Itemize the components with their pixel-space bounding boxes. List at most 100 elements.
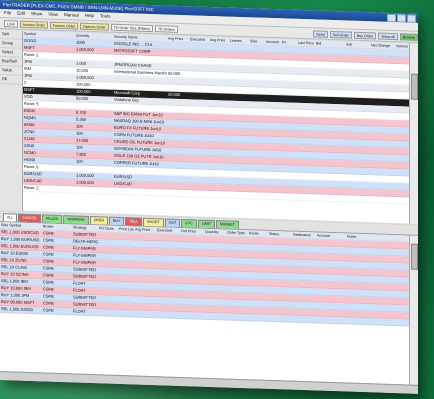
send-button[interactable]: Send [313,29,328,38]
browse-button[interactable]: Browse [400,32,418,41]
table-cell [167,134,189,141]
minimize-button[interactable] [387,13,396,23]
table-cell [167,43,189,50]
table-cell [297,138,315,145]
tab-cancel[interactable]: CANCEL [18,213,41,223]
table-cell [297,54,315,61]
table-cell: 100 [76,123,83,129]
table-cell [297,110,315,117]
column-header[interactable]: Avg Price [134,226,156,233]
tab-buy[interactable]: BUY [108,216,125,226]
tab-gtc[interactable]: GTC [181,219,197,228]
table-cell [265,172,281,179]
column-header[interactable]: Ask [345,41,370,48]
table-cell [204,292,226,299]
table-cell [229,80,249,87]
orders-scrollbar[interactable] [409,235,418,386]
tab-market[interactable]: MARKET [216,220,240,229]
menu-show[interactable]: Show [31,10,42,18]
column-header[interactable]: Executed [156,227,180,234]
maximize-button[interactable] [397,14,406,23]
column-header[interactable]: Bid [315,40,345,47]
column-header[interactable]: Side [249,38,265,45]
table-cell [315,61,345,68]
table-cell [316,246,346,253]
tab-sell[interactable]: SELL [125,217,143,226]
close-button[interactable] [407,14,416,23]
tab-open[interactable]: OPEN [89,215,108,225]
table-cell: FLOAT [73,287,86,293]
td-orders-button[interactable]: TD Orders [154,24,178,33]
tab-working[interactable]: WORKING [63,215,89,224]
table-cell [370,49,395,56]
show-all-button[interactable]: Show All [378,32,399,40]
column-header[interactable]: Strategy [72,224,98,231]
menu-view[interactable]: View [48,11,58,19]
limit-button[interactable]: Limit [4,19,18,28]
table-cell: SUBMITTED [73,294,97,301]
table-cell [118,296,134,303]
column-header[interactable]: Ord Price [180,228,204,235]
column-header[interactable]: Account [316,232,346,239]
table-cell [292,267,316,274]
column-header[interactable]: Executed [189,36,209,43]
column-header[interactable]: Order Type [226,229,248,236]
column-header[interactable]: Destination [292,232,316,239]
menu-help[interactable]: Help [85,12,94,20]
menu-manual[interactable]: Manual [64,11,79,19]
table-cell: CSFB [43,272,54,278]
order-size-filter[interactable]: TD Order Size (Filters) [110,23,153,32]
column-header[interactable]: Quantity [204,229,226,236]
menu-tools[interactable]: Tools [100,12,111,20]
buy-order-button[interactable]: Buy Order [353,31,377,39]
tab-out[interactable]: OUT [164,218,181,227]
menu-edit[interactable]: Edit [17,10,25,18]
table-cell: 1,000,000 [76,172,94,179]
table-cell [189,92,209,99]
column-header[interactable]: Avg Price [167,36,189,43]
column-header[interactable]: Px [281,39,297,46]
column-header[interactable]: Leaves [229,38,249,45]
futures-order-button[interactable]: Futures Order [49,21,79,30]
sidebar-item[interactable]: Fill [0,75,22,85]
tab-limit[interactable]: LIMIT [197,219,216,229]
scroll-thumb[interactable] [411,243,418,270]
options-order-button[interactable]: Options Order [80,22,109,31]
auction-order-button[interactable]: Auction Order [19,20,48,29]
table-cell [134,268,156,275]
column-header[interactable]: Pct Done [98,225,118,232]
table-cell [370,161,395,168]
table-cell: 100 [76,144,83,150]
sell-order-button[interactable]: Sell Order [329,30,352,39]
column-header[interactable]: Quantity [75,32,113,39]
column-header[interactable]: Price Last [118,226,134,233]
column-header[interactable]: Status [268,231,292,238]
table-cell [370,154,395,161]
table-cell [180,312,204,319]
column-header[interactable]: Route [248,230,268,237]
table-cell [180,263,204,270]
table-cell [229,52,249,59]
column-header[interactable]: Net Change [370,42,395,49]
column-header[interactable]: Account [265,39,281,46]
table-cell [292,288,316,295]
table-cell [315,96,345,103]
column-header[interactable]: Broker [42,223,72,230]
positions-scrollbar[interactable] [409,43,418,224]
tab-short[interactable]: SHORT [143,217,164,227]
table-cell [281,130,297,137]
table-cell [209,79,229,86]
tab-filled[interactable]: FILLED [42,214,63,224]
table-cell [268,287,292,294]
column-header[interactable]: Avg Price [209,37,229,44]
table-cell [345,125,370,132]
table-cell [281,186,297,193]
scroll-thumb[interactable] [411,73,418,100]
column-header[interactable]: Last Price [297,40,315,47]
tab-all[interactable]: ALL [3,213,18,222]
table-cell: 30.000 [168,91,181,97]
table-cell [345,174,370,181]
table-cell [315,145,345,152]
menu-file[interactable]: File [4,9,11,17]
table-cell: CSFB [43,286,54,292]
